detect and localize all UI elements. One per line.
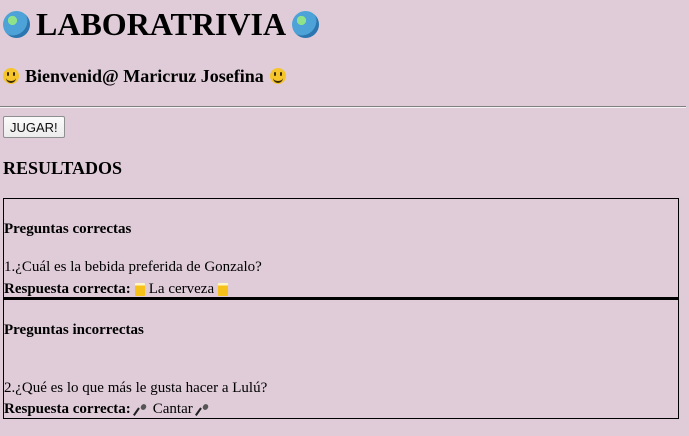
microphone-icon [197,403,211,417]
correct-answer-row: Respuesta correcta: La cerveza [4,281,229,298]
welcome-text: Bienvenid@ Maricruz Josefina [25,65,264,86]
play-button[interactable]: JUGAR! [3,116,65,138]
beer-icon [218,283,229,296]
answer-value: Cantar [152,401,193,417]
correct-answer-row: Respuesta correcta: Cantar [4,401,211,418]
question-text: 1.¿Cuál es la bebida preferida de Gonzal… [4,259,262,275]
results-heading: RESULTADOS [3,158,123,178]
beer-icon [134,283,145,296]
welcome-message: Bienvenid@ Maricruz Josefina [3,61,686,91]
title-text: LABORATRIVIA [36,6,287,42]
incorrect-answers-box: Preguntas incorrectas 2.¿Qué es lo que m… [3,299,679,419]
question-text: 2.¿Qué es lo que más le gusta hacer a Lu… [4,380,268,396]
smiley-icon [3,68,19,84]
incorrect-answers-title: Preguntas incorrectas [4,322,144,338]
globe-icon [292,10,320,38]
globe-icon [3,10,30,38]
correct-answers-title: Preguntas correctas [4,221,132,237]
microphone-icon [135,403,149,417]
answer-label: Respuesta correcta: [4,401,131,417]
answer-value: La cerveza [148,281,215,297]
page-container: LABORATRIVIA Bienvenid@ Maricruz Josefin… [3,0,686,91]
divider [0,106,686,108]
smiley-icon [269,68,286,84]
correct-answers-box: Preguntas correctas 1.¿Cuál es la bebida… [3,198,679,299]
answer-label: Respuesta correcta: [4,281,131,297]
page-title: LABORATRIVIA [3,0,686,43]
